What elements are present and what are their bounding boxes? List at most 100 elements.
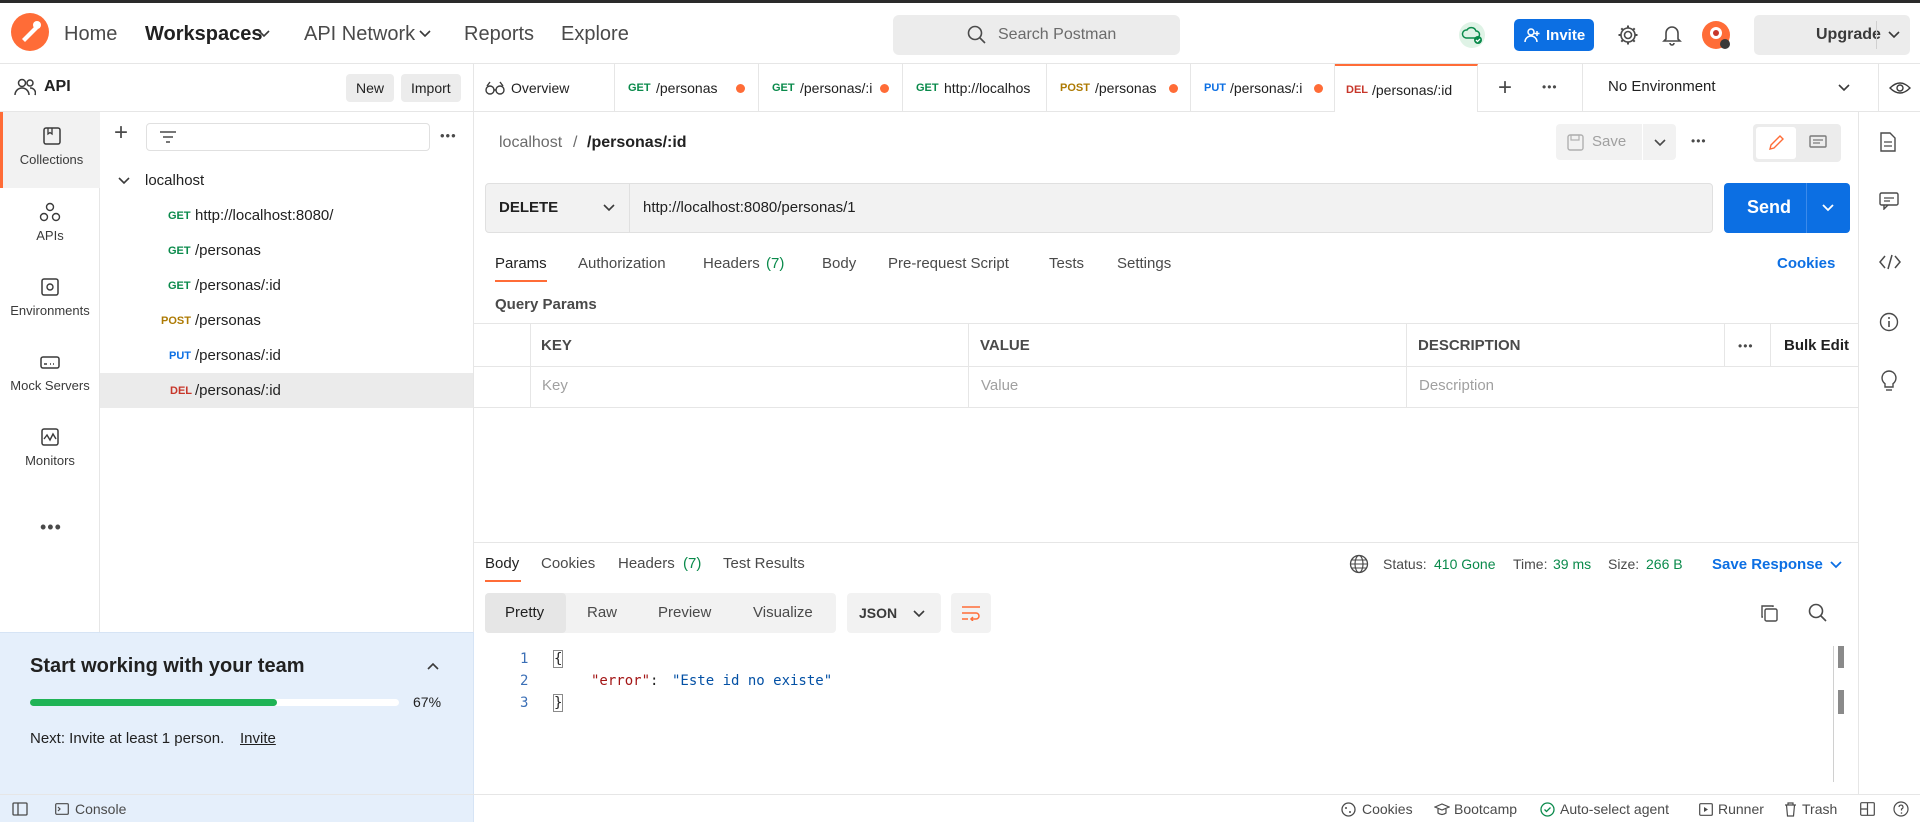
- tab-request[interactable]: PUT /personas/:i: [1191, 64, 1335, 112]
- response-tab-cookies[interactable]: Cookies: [541, 555, 595, 572]
- request-item[interactable]: GET /personas: [100, 233, 473, 268]
- tab-pre-request-script[interactable]: Pre-request Script: [888, 255, 1009, 272]
- bell-icon[interactable]: [1662, 24, 1682, 46]
- view-mode-preview[interactable]: Preview: [658, 604, 711, 621]
- info-icon[interactable]: [1879, 312, 1899, 332]
- tab-request[interactable]: GET /personas/:i: [759, 64, 903, 112]
- breadcrumb-parent[interactable]: localhost: [499, 134, 562, 152]
- chevron-down-icon[interactable]: [603, 204, 615, 212]
- mode-toggle[interactable]: [1753, 124, 1841, 162]
- chevron-down-icon[interactable]: [1654, 139, 1666, 147]
- format-select[interactable]: JSON: [847, 593, 941, 633]
- eye-icon[interactable]: [1889, 80, 1911, 96]
- console-button[interactable]: Console: [75, 801, 126, 817]
- tab-body[interactable]: Body: [822, 255, 856, 272]
- chevron-down-icon[interactable]: [1830, 561, 1842, 569]
- nav-workspaces[interactable]: Workspaces: [145, 23, 262, 46]
- send-button[interactable]: Send: [1724, 183, 1850, 233]
- chevron-down-icon[interactable]: [419, 30, 431, 38]
- save-response-button[interactable]: Save Response: [1712, 556, 1823, 573]
- bulk-edit-button[interactable]: Bulk Edit: [1784, 337, 1849, 354]
- view-mode-visualize[interactable]: Visualize: [753, 604, 813, 621]
- chevron-down-icon[interactable]: [1838, 84, 1850, 92]
- import-button[interactable]: Import: [401, 74, 461, 102]
- more-icon[interactable]: •••: [40, 517, 62, 538]
- add-collection-icon[interactable]: +: [114, 121, 128, 145]
- invite-link[interactable]: Invite: [240, 730, 276, 747]
- scrollbar-thumb[interactable]: [1838, 690, 1844, 714]
- response-tab-headers[interactable]: Headers: [618, 555, 675, 572]
- new-button[interactable]: New: [346, 74, 395, 102]
- chevron-down-icon[interactable]: [1822, 204, 1834, 212]
- cookies-link[interactable]: Cookies: [1777, 255, 1835, 272]
- time-value[interactable]: 39 ms: [1553, 556, 1591, 572]
- sidebar-item-mock-servers[interactable]: Mock Servers: [0, 338, 100, 408]
- tab-headers[interactable]: Headers: [703, 255, 760, 272]
- status-value[interactable]: 410 Gone: [1434, 556, 1496, 572]
- postman-logo-icon[interactable]: [10, 12, 50, 52]
- sidebar-item-monitors[interactable]: Monitors: [0, 413, 100, 483]
- sidebar-item-apis[interactable]: APIs: [0, 188, 100, 258]
- tab-request[interactable]: POST /personas: [1047, 64, 1191, 112]
- tab-request-active[interactable]: DEL /personas/:id: [1335, 64, 1478, 112]
- chevron-down-icon[interactable]: [258, 30, 270, 38]
- copy-icon[interactable]: [1760, 604, 1778, 622]
- chevron-down-icon[interactable]: [1888, 31, 1900, 39]
- documentation-icon[interactable]: [1879, 132, 1897, 152]
- response-tab-test-results[interactable]: Test Results: [723, 555, 805, 572]
- lightbulb-icon[interactable]: [1880, 370, 1898, 392]
- request-item[interactable]: GET http://localhost:8080/: [100, 198, 473, 233]
- description-input[interactable]: Description: [1419, 377, 1494, 394]
- upgrade-button[interactable]: Upgrade: [1754, 15, 1910, 55]
- value-input[interactable]: Value: [981, 377, 1018, 394]
- response-tab-body[interactable]: Body: [485, 555, 519, 572]
- tab-request[interactable]: GET http://localhos: [903, 64, 1047, 112]
- nav-home[interactable]: Home: [64, 23, 117, 46]
- request-item[interactable]: GET /personas/:id: [100, 268, 473, 303]
- request-more-icon[interactable]: •••: [1691, 134, 1707, 148]
- tab-authorization[interactable]: Authorization: [578, 255, 666, 272]
- request-item[interactable]: POST /personas: [100, 303, 473, 338]
- chevron-down-icon[interactable]: [913, 610, 925, 618]
- toggle-sidebar-icon[interactable]: [12, 802, 28, 816]
- invite-button[interactable]: Invite: [1514, 19, 1594, 51]
- scrollbar-thumb[interactable]: [1838, 646, 1844, 668]
- sync-cloud-icon[interactable]: [1457, 21, 1487, 49]
- tab-tests[interactable]: Tests: [1049, 255, 1084, 272]
- comment-icon[interactable]: [1809, 135, 1827, 151]
- runner-button[interactable]: Runner: [1718, 801, 1764, 817]
- globe-icon[interactable]: [1349, 554, 1369, 574]
- new-tab-icon[interactable]: +: [1498, 74, 1512, 102]
- method-select[interactable]: DELETE: [486, 184, 630, 232]
- table-more-icon[interactable]: •••: [1738, 339, 1754, 353]
- filter-input[interactable]: [146, 123, 430, 151]
- trash-button[interactable]: Trash: [1802, 801, 1837, 817]
- avatar[interactable]: [1701, 20, 1731, 50]
- comments-icon[interactable]: [1879, 192, 1899, 210]
- chevron-up-icon[interactable]: [427, 662, 439, 670]
- sidebar-item-environments[interactable]: Environments: [0, 263, 100, 333]
- url-input[interactable]: http://localhost:8080/personas/1: [643, 199, 856, 216]
- tabs-more-icon[interactable]: •••: [1542, 80, 1558, 94]
- tab-overview[interactable]: Overview: [474, 64, 615, 112]
- chevron-down-icon[interactable]: [118, 177, 130, 185]
- size-value[interactable]: 266 B: [1646, 556, 1683, 572]
- nav-reports[interactable]: Reports: [464, 23, 534, 46]
- more-options-icon[interactable]: •••: [440, 128, 457, 143]
- view-mode-pretty[interactable]: Pretty: [485, 593, 566, 633]
- search-input[interactable]: Search Postman: [893, 15, 1180, 55]
- collection-localhost[interactable]: localhost: [100, 163, 473, 198]
- search-icon[interactable]: [1808, 603, 1828, 623]
- edit-mode-button[interactable]: [1756, 127, 1796, 159]
- view-mode-raw[interactable]: Raw: [587, 604, 617, 621]
- tab-request[interactable]: GET /personas: [615, 64, 759, 112]
- request-item-selected[interactable]: DEL /personas/:id: [100, 373, 473, 408]
- gear-icon[interactable]: [1617, 24, 1639, 46]
- cookies-button[interactable]: Cookies: [1362, 801, 1413, 817]
- sidebar-item-collections[interactable]: Collections: [0, 112, 100, 188]
- request-item[interactable]: PUT /personas/:id: [100, 338, 473, 373]
- environment-selector[interactable]: No Environment: [1582, 64, 1920, 111]
- help-icon[interactable]: [1893, 801, 1909, 817]
- tab-settings[interactable]: Settings: [1117, 255, 1171, 272]
- wrap-lines-button[interactable]: [951, 593, 991, 633]
